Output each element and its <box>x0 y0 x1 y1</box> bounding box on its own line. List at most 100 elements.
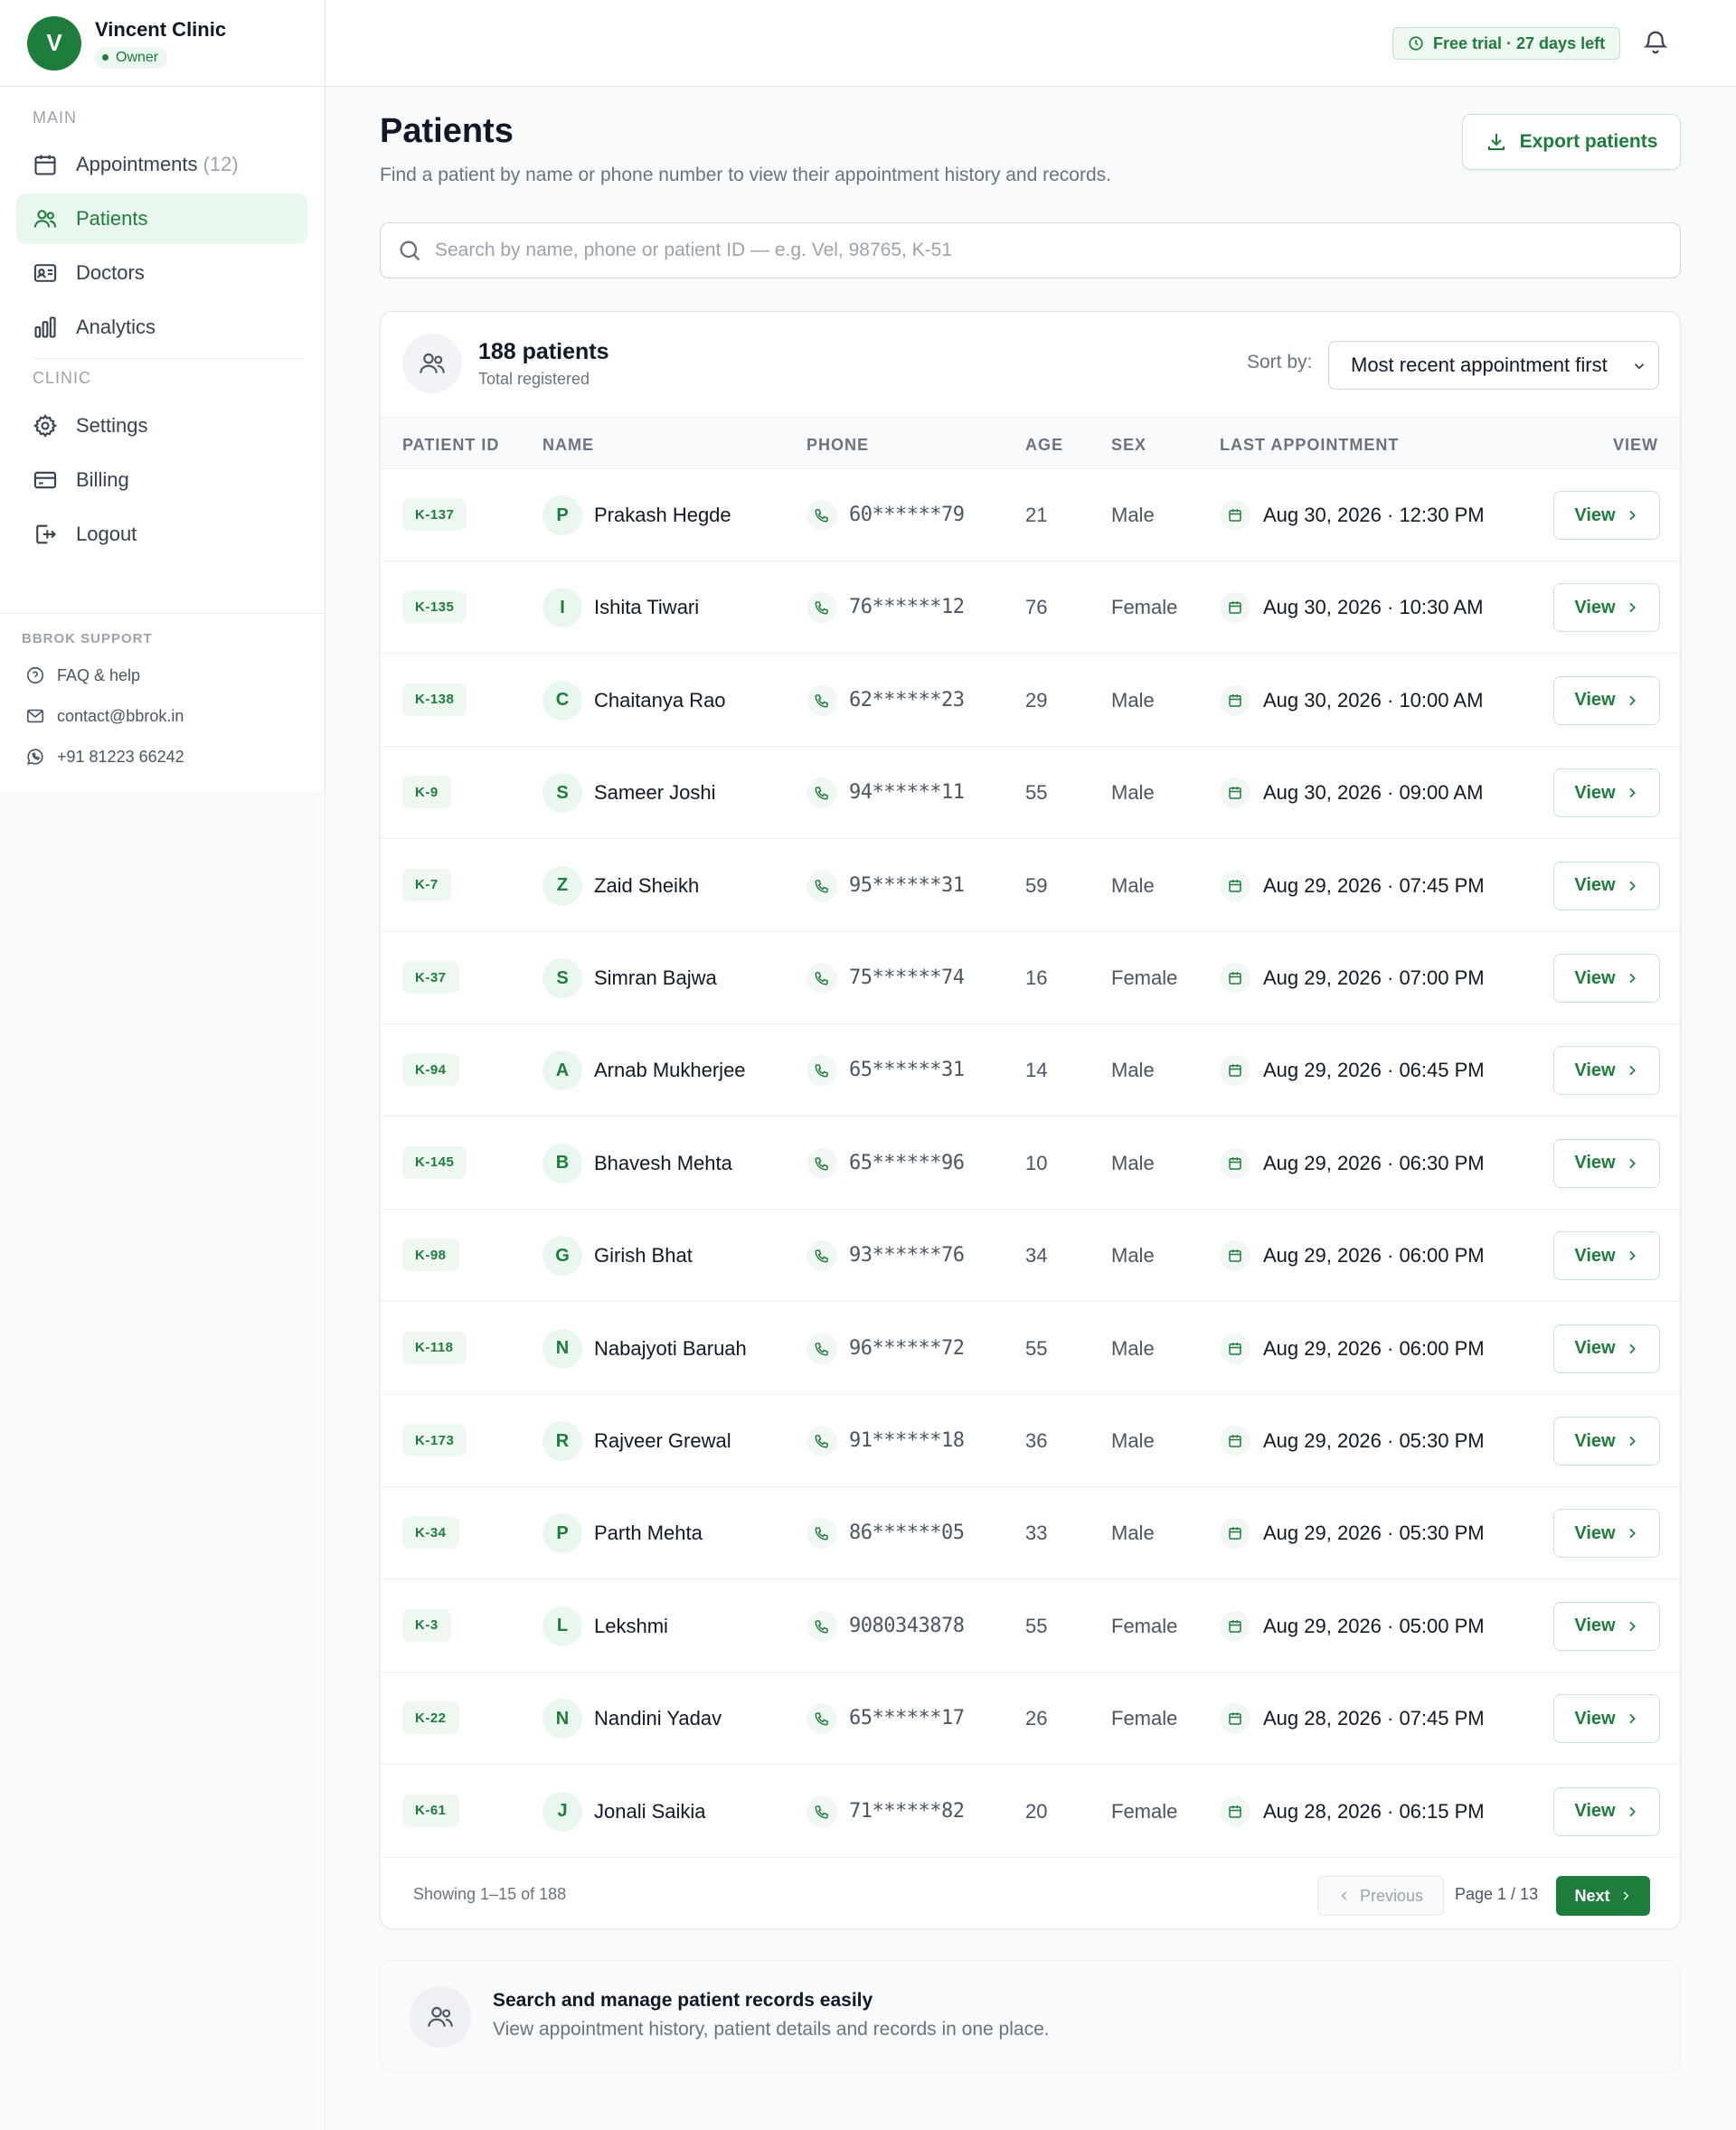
patient-phone: 9080343878 <box>849 1614 965 1637</box>
gear-icon <box>33 414 57 438</box>
table-row: K-138 C Chaitanya Rao 62******23 29 Male Aug 3… <box>381 655 1680 747</box>
chevron-right-icon <box>1628 695 1636 706</box>
calendar-icon <box>1220 778 1250 809</box>
sidebar-item-doctors[interactable]: Doctors <box>16 248 307 298</box>
patient-name: Girish Bhat <box>594 1244 693 1268</box>
patients-count: 188 patients <box>478 339 609 364</box>
view-label: View <box>1574 1616 1616 1636</box>
view-label: View <box>1574 875 1616 896</box>
view-patient-button[interactable]: View <box>1553 1231 1660 1281</box>
id-card-icon <box>33 264 57 282</box>
export-label: Export patients <box>1519 131 1658 152</box>
view-label: View <box>1574 1430 1616 1451</box>
previous-page-button[interactable]: Previous <box>1317 1876 1444 1916</box>
last-appointment: Aug 29, 2026 · 06:30 PM <box>1263 1151 1485 1174</box>
table-row: K-98 G Girish Bhat 93******76 34 Male Aug 29, … <box>381 1210 1680 1303</box>
trial-badge[interactable]: Free trial · 27 days left <box>1392 27 1621 60</box>
card-header: 188 patients Total registered Sort by: M… <box>381 312 1680 417</box>
users-icon <box>420 353 445 373</box>
view-patient-button[interactable]: View <box>1553 1694 1660 1744</box>
patient-name: Sameer Joshi <box>594 781 716 805</box>
view-patient-button[interactable]: View <box>1553 1324 1660 1373</box>
patient-sex: Male <box>1111 781 1155 805</box>
table-row: K-118 N Nabajyoti Baruah 96******72 55 Male Au… <box>381 1303 1680 1395</box>
last-appointment: Aug 29, 2026 · 06:00 PM <box>1263 1336 1485 1360</box>
view-patient-button[interactable]: View <box>1553 861 1660 910</box>
phone-icon <box>807 778 837 809</box>
view-patient-button[interactable]: View <box>1553 1417 1660 1466</box>
sidebar-item-label: Patients <box>76 207 148 230</box>
patient-avatar: R <box>542 1421 582 1461</box>
bar-chart-icon <box>34 316 56 338</box>
view-patient-button[interactable]: View <box>1553 954 1660 1003</box>
patient-phone: 96******72 <box>849 1336 965 1360</box>
phone-icon <box>807 963 837 994</box>
patient-sex: Female <box>1111 966 1178 989</box>
patient-age: 33 <box>1025 1522 1048 1545</box>
view-patient-button[interactable]: View <box>1553 1046 1660 1096</box>
chevron-right-icon <box>1628 510 1636 521</box>
view-patient-button[interactable]: View <box>1553 1509 1660 1559</box>
patient-avatar: S <box>542 773 582 814</box>
sidebar-item-label: Logout <box>76 523 137 545</box>
column-header-view: VIEW <box>1612 436 1658 454</box>
view-patient-button[interactable]: View <box>1553 1138 1660 1188</box>
export-patients-button[interactable]: Export patients <box>1462 114 1681 170</box>
sidebar-item-billing[interactable]: Billing <box>16 455 307 505</box>
patient-id-badge: K-137 <box>402 498 467 531</box>
chevron-right-icon <box>1628 1529 1636 1539</box>
patient-id-badge: K-34 <box>402 1516 459 1550</box>
view-patient-button[interactable]: View <box>1553 583 1660 633</box>
last-appointment: Aug 28, 2026 · 07:45 PM <box>1263 1707 1485 1730</box>
page-indicator: Page 1 / 13 <box>1455 1885 1539 1903</box>
sidebar-item-patients[interactable]: Patients <box>16 193 307 244</box>
patient-name: Prakash Hegde <box>594 504 731 526</box>
patient-phone: 76******12 <box>849 596 965 619</box>
patient-age: 55 <box>1025 1336 1048 1360</box>
patient-name: Ishita Tiwari <box>594 596 700 619</box>
sidebar-item-logout[interactable]: Logout <box>16 509 307 560</box>
patient-avatar: P <box>542 1513 582 1554</box>
patient-phone: 60******79 <box>849 504 965 526</box>
patient-phone: 65******31 <box>849 1059 965 1082</box>
view-patient-button[interactable]: View <box>1553 1601 1660 1651</box>
sidebar-item-label: Appointments <box>76 153 198 175</box>
view-patient-button[interactable]: View <box>1553 1786 1660 1836</box>
view-patient-button[interactable]: View <box>1553 768 1660 818</box>
faq-help-link[interactable]: FAQ & help <box>25 665 140 685</box>
download-icon <box>1487 134 1505 150</box>
pagination: Showing 1–15 of 188 Previous Page 1 / 13… <box>381 1858 1680 1928</box>
whatsapp-link[interactable]: +91 81223 66242 <box>25 747 184 767</box>
view-patient-button[interactable]: View <box>1553 675 1660 725</box>
last-appointment: Aug 29, 2026 · 06:00 PM <box>1263 1244 1485 1268</box>
patient-sex: Male <box>1111 1244 1155 1268</box>
calendar-icon <box>1220 1240 1250 1272</box>
sidebar-item-appointments[interactable]: Appointments (12) <box>16 139 307 190</box>
patient-id-badge: K-94 <box>402 1053 459 1087</box>
chevron-right-icon <box>1628 1343 1636 1353</box>
calendar-icon <box>1220 1795 1250 1827</box>
bell-icon[interactable] <box>1642 29 1669 56</box>
patient-avatar: I <box>542 588 582 628</box>
patient-age: 36 <box>1025 1429 1048 1452</box>
sidebar-item-analytics[interactable]: Analytics <box>16 302 307 353</box>
search-input[interactable] <box>435 240 1680 261</box>
sort-select[interactable]: Most recent appointment first <box>1328 341 1659 390</box>
chevron-right-icon <box>1623 1891 1628 1900</box>
column-header-sex: SEX <box>1111 436 1147 454</box>
last-appointment: Aug 30, 2026 · 10:30 AM <box>1263 596 1484 619</box>
chevron-right-icon <box>1628 787 1636 798</box>
phone-icon <box>807 500 837 531</box>
table-row: K-34 P Parth Mehta 86******05 33 Male Aug 29, … <box>381 1487 1680 1580</box>
patient-age: 55 <box>1025 1614 1048 1637</box>
next-page-button[interactable]: Next <box>1556 1876 1650 1916</box>
patient-id-badge: K-61 <box>402 1794 459 1827</box>
patient-phone: 75******74 <box>849 966 965 989</box>
support-label: contact@bbrok.in <box>57 706 184 725</box>
view-patient-button[interactable]: View <box>1553 491 1660 540</box>
sidebar: V Vincent Clinic Owner MAIN Appointments… <box>0 0 326 792</box>
sidebar-item-settings[interactable]: Settings <box>16 401 307 451</box>
contact-email-link[interactable]: contact@bbrok.in <box>25 706 184 726</box>
info-icon-wrap <box>410 1986 471 2048</box>
patients-count-sub: Total registered <box>478 370 590 388</box>
